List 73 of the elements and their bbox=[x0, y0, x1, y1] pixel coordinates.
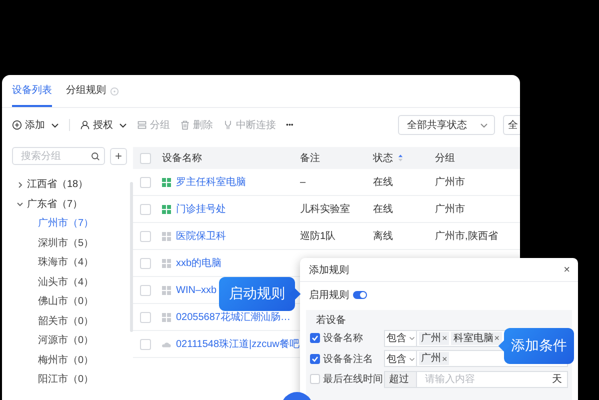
caret-icon bbox=[480, 121, 488, 129]
device-name-link[interactable]: 02111548珠江道|zzcuw餐吧 bbox=[176, 337, 300, 351]
device-name-link[interactable]: xxb的电脑 bbox=[176, 256, 222, 270]
tree-item[interactable]: 深圳市（5） bbox=[38, 238, 94, 248]
device-name-link[interactable]: 医院保卫科 bbox=[176, 229, 226, 243]
search-field[interactable]: 搜索分组 bbox=[12, 147, 105, 165]
disconnect-icon bbox=[223, 120, 233, 130]
tab[interactable]: 分组规则 bbox=[66, 75, 106, 107]
condition-label: 最后在线时间 bbox=[323, 372, 381, 386]
tag-label: 广州 bbox=[421, 352, 441, 365]
tree-item[interactable]: 河源市（0） bbox=[38, 335, 94, 346]
checkbox[interactable] bbox=[310, 354, 320, 364]
toggle-switch[interactable] bbox=[353, 291, 367, 299]
caret-icon bbox=[408, 334, 414, 342]
tree-item[interactable]: 汕头市（4） bbox=[38, 276, 94, 288]
remove-button[interactable]: × bbox=[442, 332, 448, 344]
column-header: 分组 bbox=[435, 153, 455, 164]
table-cell: 广州市 bbox=[435, 177, 465, 188]
checkbox[interactable] bbox=[310, 333, 320, 343]
column-header: 设备名称 bbox=[162, 152, 202, 165]
tree-item[interactable]: 梅州市（0） bbox=[38, 354, 94, 366]
column-header[interactable]: 状态 bbox=[373, 151, 393, 165]
tree-item[interactable]: 珠海市（4） bbox=[38, 257, 94, 268]
callout-tooltip: 添加条件 bbox=[504, 328, 574, 364]
table-cell: 巡防1队 bbox=[300, 231, 336, 242]
tab[interactable]: 设备列表 bbox=[12, 75, 52, 107]
table-cell: 儿科实验室 bbox=[300, 204, 350, 215]
unit-label: 天 bbox=[552, 373, 563, 386]
filter-dropdown[interactable]: 全部共享状态 bbox=[398, 115, 495, 135]
remove-button[interactable]: × bbox=[494, 332, 500, 344]
plus-circle-icon bbox=[12, 120, 22, 130]
section-title: 若设备 bbox=[316, 315, 346, 326]
toggle-label: 启用规则 bbox=[309, 288, 349, 302]
tree-item[interactable]: 韶关市（0） bbox=[38, 316, 94, 326]
help-icon[interactable] bbox=[110, 86, 119, 96]
table-cell: – bbox=[300, 176, 306, 188]
device-name-link[interactable]: 02055687花城汇潮汕肠… bbox=[176, 310, 290, 324]
chevron-icon[interactable] bbox=[16, 200, 24, 208]
group-icon bbox=[137, 120, 147, 130]
dialog-title: 添加规则 bbox=[309, 264, 349, 276]
tag-label: 科室电脑 bbox=[453, 332, 494, 344]
table-cell: 广州市 bbox=[435, 204, 465, 215]
operator-label: 超过 bbox=[384, 370, 416, 388]
remove-button[interactable]: × bbox=[442, 352, 448, 365]
sort-icon[interactable] bbox=[398, 154, 403, 162]
add-group-button[interactable]: + bbox=[110, 148, 127, 164]
toolbar-button[interactable]: 添加 bbox=[12, 115, 59, 135]
condition-label: 设备备注名 bbox=[323, 352, 374, 366]
callout-tooltip: 启动规则 bbox=[219, 277, 295, 311]
table-cell-text: 离线 bbox=[373, 230, 393, 243]
operator-dropdown[interactable]: 包含 bbox=[385, 330, 417, 346]
table-cell: 广州市,陕西省 bbox=[435, 231, 498, 242]
tree-item[interactable]: 广州市（7） bbox=[38, 218, 94, 229]
user-icon bbox=[80, 120, 90, 130]
operator-dropdown[interactable]: 包含 bbox=[385, 351, 417, 366]
device-name-link[interactable]: WIN–xxb bbox=[176, 284, 217, 296]
tree-item[interactable]: 阳江市（0） bbox=[38, 374, 94, 385]
filter-dropdown[interactable]: 全 bbox=[503, 115, 520, 135]
table-cell-text: 在线 bbox=[373, 202, 393, 216]
table-cell-text: 在线 bbox=[373, 176, 393, 189]
condition-label: 设备名称 bbox=[323, 332, 364, 345]
chevron-icon[interactable] bbox=[16, 180, 24, 189]
trash-icon bbox=[180, 120, 190, 130]
search-icon bbox=[91, 152, 100, 160]
tree-item[interactable]: 广东省（7） bbox=[27, 194, 83, 214]
tag-label: 广州 bbox=[421, 332, 441, 344]
tree-item[interactable]: 佛山市（0） bbox=[38, 296, 94, 307]
toolbar-button[interactable]: 授权 bbox=[80, 115, 127, 135]
device-name-link[interactable]: 门诊挂号处 bbox=[176, 202, 226, 216]
device-name-link[interactable]: 罗主任科室电脑 bbox=[176, 175, 246, 189]
tree-item[interactable]: 江西省（18） bbox=[27, 175, 88, 194]
column-header: 备注 bbox=[300, 153, 320, 164]
close-button[interactable]: × bbox=[564, 264, 570, 276]
